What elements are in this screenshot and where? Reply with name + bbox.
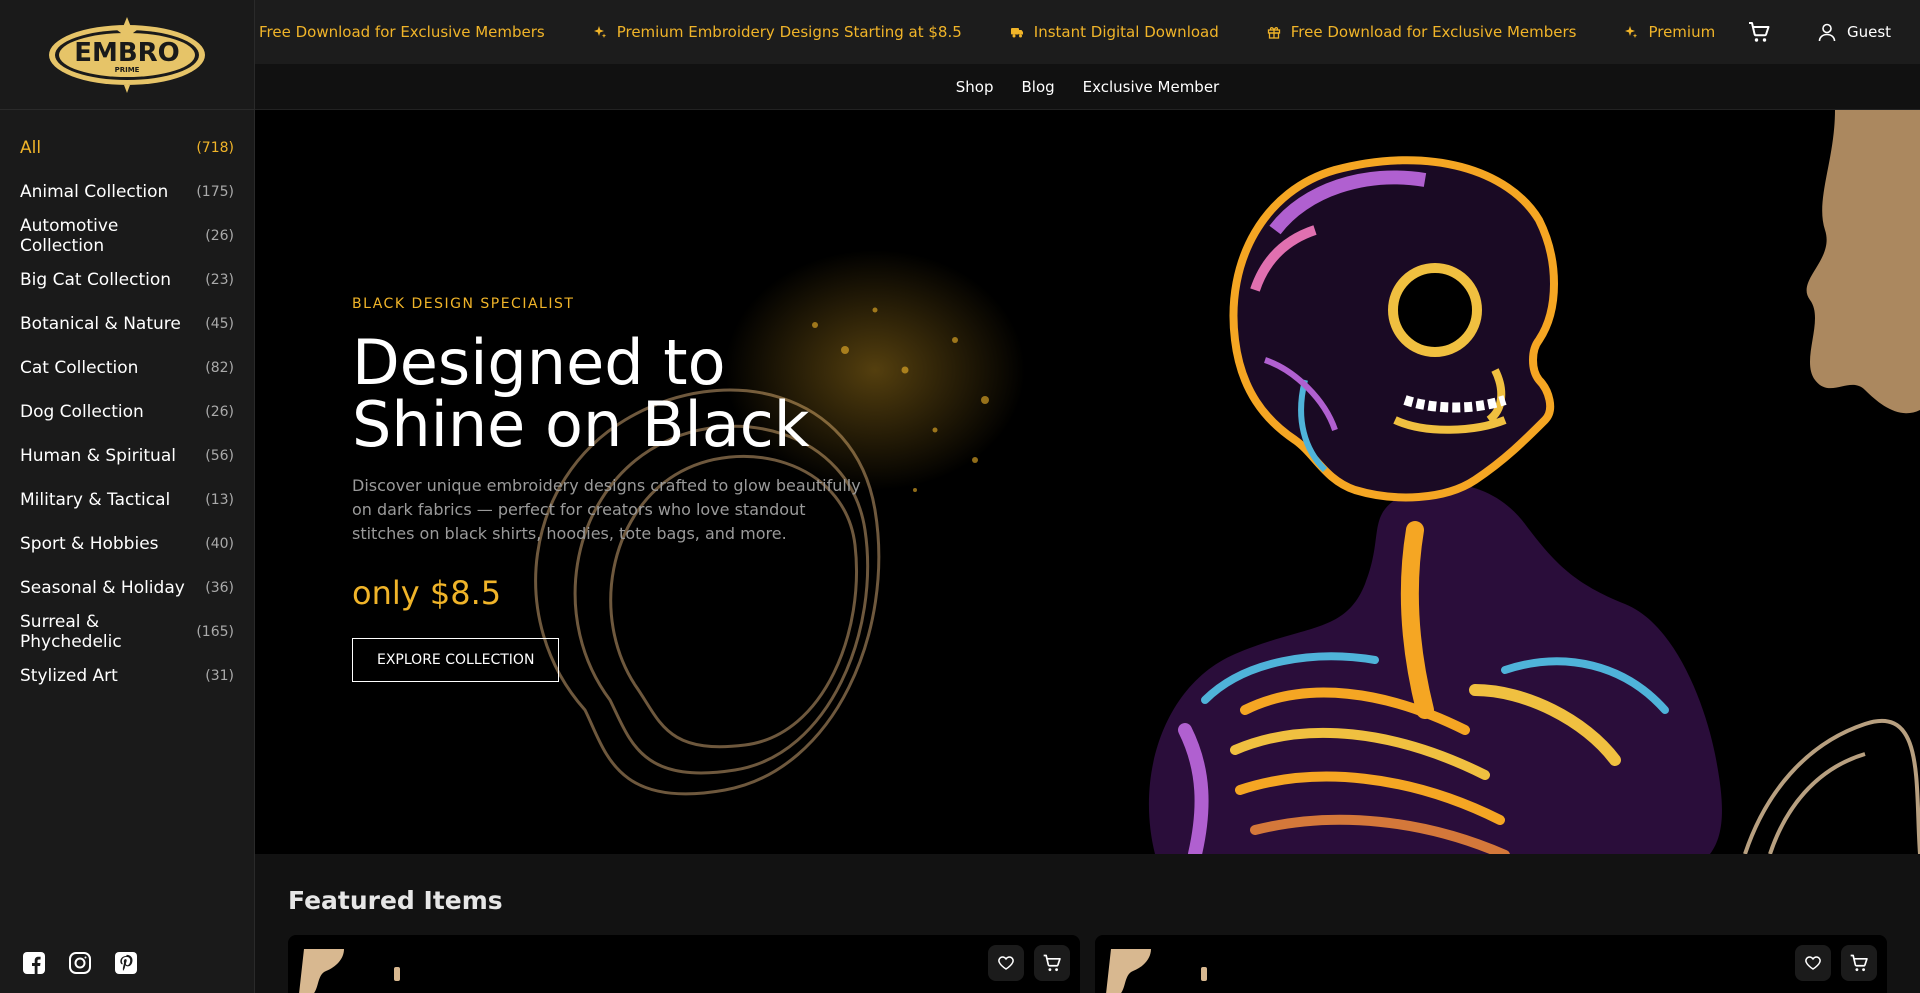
category-count: (13)	[205, 492, 234, 508]
marquee-item: Free Download for Exclusive Members	[1267, 23, 1577, 41]
hero-content: BLACK DESIGN SPECIALIST Designed to Shin…	[352, 296, 892, 682]
marquee-track: Free Download for Exclusive Members Prem…	[255, 0, 1715, 64]
marquee-text: Premium Embroidery Designs Starting at $…	[1648, 23, 1715, 41]
category-label: Military & Tactical	[20, 490, 171, 510]
top-actions: Guest	[1715, 18, 1891, 46]
hero-banner: BLACK DESIGN SPECIALIST Designed to Shin…	[255, 110, 1920, 854]
category-item-seasonal[interactable]: Seasonal & Holiday (36)	[0, 566, 254, 610]
category-label: Big Cat Collection	[20, 270, 172, 290]
featured-title: Featured Items	[288, 886, 503, 915]
category-count: (82)	[205, 360, 234, 376]
gift-icon	[1267, 27, 1280, 39]
wishlist-button[interactable]	[1795, 945, 1831, 981]
product-thumbnail	[299, 949, 400, 993]
hero-description: Discover unique embroidery designs craft…	[352, 476, 861, 543]
marquee-item: Premium Embroidery Designs Starting at $…	[1624, 23, 1715, 41]
category-count: (26)	[205, 404, 234, 420]
category-label: Surreal & Phychedelic	[20, 612, 122, 652]
marquee-text: Premium Embroidery Designs Starting at $…	[616, 23, 962, 41]
marquee-text: Free Download for Exclusive Members	[1290, 23, 1577, 41]
sidebar: EMBRO PRIME All (718) Animal Collection (1…	[0, 0, 255, 993]
marquee-item: Premium Embroidery Designs Starting at $…	[593, 23, 962, 41]
category-item-automotive[interactable]: Automotive Collection (26)	[0, 214, 254, 258]
category-item-surreal[interactable]: Surreal & Phychedelic (165)	[0, 610, 254, 654]
category-item-cat[interactable]: Cat Collection (82)	[0, 346, 254, 390]
sparkle-icon	[593, 26, 606, 38]
embro-prime-logo: EMBRO PRIME	[49, 16, 205, 93]
category-count: (23)	[205, 272, 234, 288]
nav-blog[interactable]: Blog	[1021, 78, 1054, 96]
hero-eyebrow: BLACK DESIGN SPECIALIST	[352, 296, 575, 312]
category-count: (40)	[205, 536, 234, 552]
category-item-stylized[interactable]: Stylized Art (31)	[0, 654, 254, 698]
hero-price: only $8.5	[352, 574, 502, 612]
cart-button[interactable]	[1745, 18, 1773, 46]
pinterest-icon[interactable]	[114, 951, 138, 975]
social-links	[22, 951, 138, 975]
category-label: Stylized Art	[20, 666, 118, 686]
nav-shop[interactable]: Shop	[956, 78, 994, 96]
category-count: (718)	[196, 140, 234, 156]
wishlist-button[interactable]	[988, 945, 1024, 981]
announcement-bar: Free Download for Exclusive Members Prem…	[255, 0, 1920, 64]
product-card[interactable]	[1095, 935, 1887, 993]
category-item-human[interactable]: Human & Spiritual (56)	[0, 434, 254, 478]
category-count: (56)	[205, 448, 234, 464]
category-item-botanical[interactable]: Botanical & Nature (45)	[0, 302, 254, 346]
user-icon	[1818, 23, 1836, 42]
category-label: Human & Spiritual	[20, 446, 176, 466]
category-count: (175)	[196, 184, 234, 200]
product-card[interactable]	[288, 935, 1080, 993]
category-label: Animal Collection	[20, 182, 169, 202]
cart-icon	[1749, 22, 1770, 42]
cart-plus-icon	[1850, 954, 1868, 972]
category-label: Seasonal & Holiday	[20, 578, 185, 598]
category-label: Botanical & Nature	[20, 314, 181, 334]
product-thumbnail	[1106, 949, 1207, 993]
marquee-text: Instant Digital Download	[1033, 23, 1219, 41]
category-label: Automotive Collection	[20, 216, 119, 256]
main-nav: Shop Blog Exclusive Member	[255, 64, 1920, 110]
category-count: (45)	[205, 316, 234, 332]
marquee-item: Free Download for Exclusive Members	[255, 23, 545, 41]
category-item-big-cat[interactable]: Big Cat Collection (23)	[0, 258, 254, 302]
category-item-dog[interactable]: Dog Collection (26)	[0, 390, 254, 434]
sparkle-icon	[1625, 26, 1638, 38]
cart-plus-icon	[1043, 954, 1061, 972]
app-root: EMBRO PRIME All (718) Animal Collection (1…	[0, 0, 1920, 993]
category-count: (26)	[205, 228, 234, 244]
hero-title: Designed to Shine on Black	[352, 332, 892, 456]
category-item-military[interactable]: Military & Tactical (13)	[0, 478, 254, 522]
svg-text:EMBRO: EMBRO	[74, 38, 180, 68]
category-count: (31)	[205, 668, 234, 684]
add-to-cart-button[interactable]	[1841, 945, 1877, 981]
facebook-icon[interactable]	[22, 951, 46, 975]
account-label: Guest	[1847, 23, 1892, 41]
category-label: Cat Collection	[20, 358, 139, 378]
truck-icon	[1010, 28, 1023, 38]
category-list: All (718) Animal Collection (175) Automoti…	[0, 110, 254, 698]
category-item-all[interactable]: All (718)	[0, 126, 254, 170]
svg-text:PRIME: PRIME	[115, 66, 140, 74]
category-count: (165)	[196, 624, 234, 640]
add-to-cart-button[interactable]	[1034, 945, 1070, 981]
announcement-marquee: Free Download for Exclusive Members Prem…	[255, 0, 1715, 64]
heart-icon	[1805, 956, 1821, 970]
nav-exclusive-member[interactable]: Exclusive Member	[1083, 78, 1220, 96]
category-label: Sport & Hobbies	[20, 534, 159, 554]
category-label: All	[20, 138, 42, 158]
category-count: (36)	[205, 580, 234, 596]
explore-collection-button[interactable]: EXPLORE COLLECTION	[352, 638, 560, 682]
marquee-item: Instant Digital Download	[1010, 23, 1219, 41]
hero-title-line2: Shine on Black	[352, 388, 810, 461]
featured-section: Featured Items	[255, 854, 1920, 993]
instagram-icon[interactable]	[68, 951, 92, 975]
heart-icon	[998, 956, 1014, 970]
account-button[interactable]: Guest	[1817, 22, 1891, 42]
category-item-animal[interactable]: Animal Collection (175)	[0, 170, 254, 214]
marquee-text: Free Download for Exclusive Members	[259, 23, 545, 41]
category-label: Dog Collection	[20, 402, 144, 422]
logo[interactable]: EMBRO PRIME	[0, 0, 254, 110]
category-item-sport[interactable]: Sport & Hobbies (40)	[0, 522, 254, 566]
